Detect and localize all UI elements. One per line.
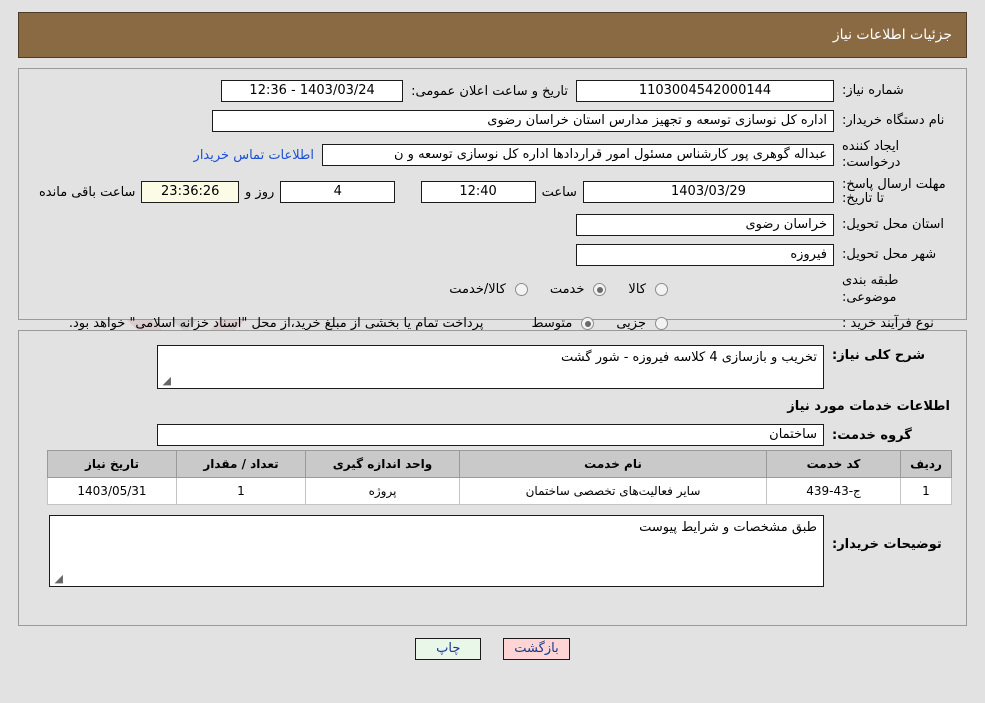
category-label: طبقه بندی موضوعی: (842, 273, 899, 305)
radio-category-khedmat-label: خدمت (549, 282, 585, 298)
province-label: استان محل تحویل: (842, 217, 944, 233)
cell-date: 1403/05/31 (47, 477, 177, 505)
deadline-label: مهلت ارسال پاسخ: تا تاریخ: (842, 176, 946, 207)
need-number-label: شماره نیاز: (842, 82, 904, 98)
back-button[interactable]: بازگشت (503, 638, 570, 660)
services-section-title: اطلاعات خدمات مورد نیاز (787, 399, 950, 414)
buyer-org-label: نام دستگاه خریدار: (842, 112, 945, 128)
remaining-counter-label: ساعت باقی مانده (39, 184, 136, 200)
radio-category-khedmat[interactable] (593, 283, 607, 297)
details-panel: شرح کلی نیاز: تخریب و بازسازی 4 کلاسه فی… (18, 330, 967, 626)
row-province: استان محل تحویل: خراسان رضوی (33, 213, 952, 237)
col-name: نام خدمت (459, 450, 767, 478)
radio-category-kala-khedmat[interactable] (514, 283, 528, 297)
service-group-value: ساختمان (157, 424, 824, 446)
row-need-number: شماره نیاز: 1103004542000144 تاریخ و ساع… (33, 79, 952, 103)
cell-index: 1 (900, 477, 952, 505)
button-bar: بازگشت چاپ (0, 638, 985, 660)
buyer-notes-label: توضیحات خریدار: (832, 537, 942, 552)
cell-unit: پروژه (305, 477, 460, 505)
print-button[interactable]: چاپ (415, 638, 482, 660)
buyer-notes-textarea[interactable]: طبق مشخصات و شرایط پیوست ◢ (49, 515, 824, 587)
row-buyer-notes: توضیحات خریدار: طبق مشخصات و شرایط پیوست… (33, 515, 952, 587)
service-group-label: گروه خدمت: (832, 427, 912, 443)
summary-label: شرح کلی نیاز: (832, 348, 926, 363)
deadline-hour-value: 12:40 (420, 181, 536, 204)
row-creator: ایجاد کننده درخواست: عبداله گوهری پور کا… (33, 139, 952, 172)
radio-process-jozei[interactable] (655, 317, 668, 331)
resize-grip-icon-notes[interactable]: ◢ (53, 573, 63, 584)
deadline-hour-label: ساعت (541, 184, 577, 200)
need-number-value: 1103004542000144 (576, 80, 834, 102)
cell-code: ج-43-439 (766, 477, 901, 505)
resize-grip-icon[interactable]: ◢ (161, 375, 171, 386)
need-info-panel: شماره نیاز: 1103004542000144 تاریخ و ساع… (18, 68, 967, 331)
buyer-notes-value: طبق مشخصات و شرایط پیوست (639, 520, 817, 535)
remaining-days-label: روز و (245, 184, 275, 200)
creator-value: عبداله گوهری پور کارشناس مسئول امور قرار… (322, 144, 834, 167)
row-city: شهر محل تحویل: فیروزه (33, 243, 952, 267)
buyer-contact-link[interactable]: اطلاعات تماس خریدار (186, 148, 322, 163)
col-index: ردیف (900, 450, 952, 478)
row-deadline: مهلت ارسال پاسخ: تا تاریخ: 1403/03/29 سا… (33, 176, 952, 208)
public-announce-label: تاریخ و ساعت اعلان عمومی: (411, 83, 568, 99)
city-label: شهر محل تحویل: (842, 247, 937, 263)
province-value: خراسان رضوی (576, 214, 834, 237)
deadline-date-value: 1403/03/29 (582, 181, 834, 204)
buyer-org-value: اداره کل نوسازی توسعه و تجهیز مدارس استا… (212, 110, 834, 132)
summary-value: تخریب و بازسازی 4 کلاسه فیروزه - شور گشت (561, 350, 817, 365)
table-row: 1 ج-43-439 سایر فعالیت‌های تخصصی ساختمان… (47, 477, 952, 505)
table-header-row: ردیف کد خدمت نام خدمت واحد اندازه گیری ت… (47, 450, 952, 478)
radio-category-kala-khedmat-label: کالا/خدمت (449, 282, 506, 298)
category-radio-group: کالا خدمت کالا/خدمت (433, 282, 668, 297)
remaining-days-value: 4 (280, 181, 396, 204)
services-table: ردیف کد خدمت نام خدمت واحد اندازه گیری ت… (47, 450, 952, 505)
radio-process-motavaset[interactable] (581, 317, 595, 331)
col-date: تاریخ نیاز (47, 450, 177, 478)
row-category: طبقه بندی موضوعی: کالا خدمت کالا/خدمت (33, 273, 952, 306)
row-summary: شرح کلی نیاز: تخریب و بازسازی 4 کلاسه فی… (33, 345, 952, 389)
creator-label: ایجاد کننده درخواست: (842, 139, 901, 171)
city-value: فیروزه (576, 244, 834, 267)
cell-name: سایر فعالیت‌های تخصصی ساختمان (459, 477, 767, 505)
row-service-group: گروه خدمت: ساختمان (33, 424, 952, 446)
row-buyer-org: نام دستگاه خریدار: اداره کل نوسازی توسعه… (33, 109, 952, 133)
cell-qty: 1 (176, 477, 306, 505)
page-header: جزئیات اطلاعات نیاز (18, 12, 967, 58)
radio-category-kala-label: کالا (628, 282, 646, 298)
summary-textarea[interactable]: تخریب و بازسازی 4 کلاسه فیروزه - شور گشت… (157, 345, 824, 389)
remaining-counter-value: 23:36:26 (141, 181, 239, 204)
radio-category-kala[interactable] (655, 283, 668, 297)
public-announce-value: 1403/03/24 - 12:36 (221, 80, 404, 102)
col-unit: واحد اندازه گیری (305, 450, 460, 478)
col-qty: تعداد / مقدار (176, 450, 306, 478)
page-title: جزئیات اطلاعات نیاز (832, 27, 952, 43)
col-code: کد خدمت (766, 450, 901, 478)
